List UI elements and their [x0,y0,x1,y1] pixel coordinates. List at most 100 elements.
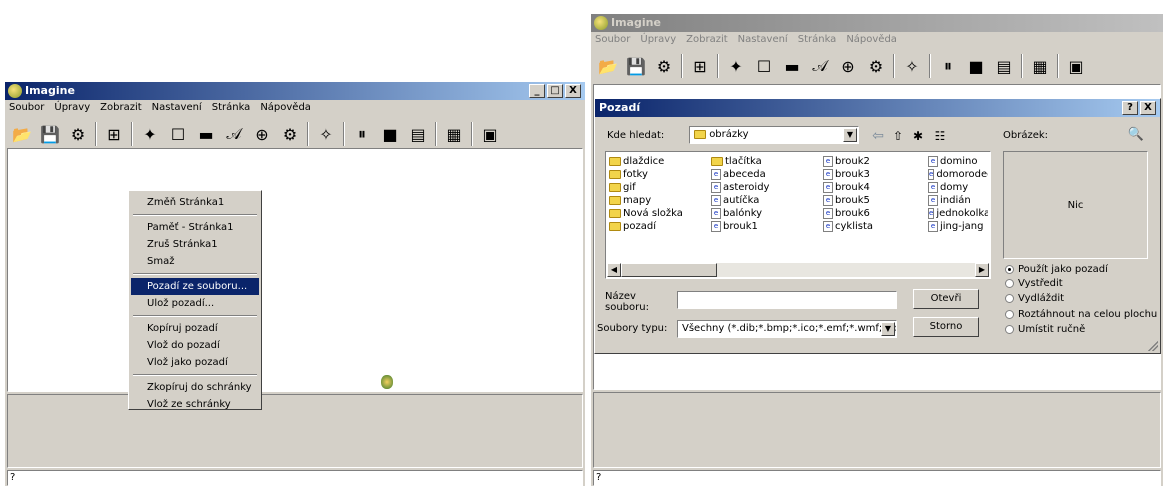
turtle-sprite-icon[interactable] [381,375,393,389]
menu-item-zrus[interactable]: Zruš Stránka1 [131,236,259,253]
cancel-button[interactable]: Storno [913,317,979,337]
option-stretch[interactable]: Roztáhnout na celou plochu [1005,308,1157,320]
file-item[interactable]: e cyklista [823,220,873,233]
resize-grip-icon[interactable] [1148,341,1158,351]
file-item[interactable]: e domy [928,181,988,194]
file-item[interactable]: e brouk3 [823,168,873,181]
menu-item-zmen-stranka[interactable]: Změň Stránka1 [131,194,259,211]
turtle-icon[interactable]: ⚙ [653,55,675,77]
new-turtle-icon[interactable]: ✦ [139,123,161,145]
dialog-title-bar[interactable]: Pozadí ? X [595,99,1160,117]
menu-item-uloz-pozadi[interactable]: Ulož pozadí... [131,295,259,312]
scroll-left-icon[interactable]: ◀ [607,263,621,277]
rectangle-icon[interactable]: ▬ [781,55,803,77]
preview-toggle-icon[interactable]: 🔍 [1125,123,1147,145]
menu-item-smaz[interactable]: Smaž [131,253,259,270]
wand-icon[interactable]: ✧ [901,55,923,77]
look-in-combo[interactable]: obrázky ▼ [689,126,859,144]
file-list[interactable]: dlaždice fotky gif mapy Nová složka poza… [605,151,991,279]
menu-napoveda[interactable]: Nápověda [846,32,897,48]
new-turtle-icon[interactable]: ✦ [725,55,747,77]
open-folder-icon[interactable]: 📂 [597,55,619,77]
stop-icon[interactable]: ■ [379,123,401,145]
folder-item[interactable]: gif [609,181,683,194]
components-dropdown-icon[interactable]: ⚙ [865,55,887,77]
pause-icon[interactable]: ⏸ [351,123,373,145]
tree-icon[interactable]: ⊞ [689,55,711,77]
new-folder-icon[interactable]: ✱ [907,125,929,147]
menu-item-zkopiruj-do-schranky[interactable]: Zkopíruj do schránky [131,379,259,396]
up-folder-icon[interactable]: ⇧ [887,125,909,147]
option-center[interactable]: Vystředit [1005,277,1063,289]
horizontal-scrollbar[interactable]: ◀ ▶ [607,263,989,277]
menu-item-kopiruj-pozadi[interactable]: Kopíruj pozadí [131,320,259,337]
new-window-icon[interactable]: ☐ [753,55,775,77]
file-item[interactable]: e brouk2 [823,155,873,168]
notepad-icon[interactable]: ▦ [443,123,465,145]
menu-zobrazit[interactable]: Zobrazit [100,100,142,116]
file-item[interactable]: e domorodec [928,168,988,181]
filename-input[interactable] [677,291,897,309]
file-item[interactable]: e asteroidy [711,181,769,194]
menu-napoveda[interactable]: Nápověda [260,100,311,116]
turtle-icon[interactable]: ⚙ [67,123,89,145]
folder-item[interactable]: dlaždice [609,155,683,168]
left-command-pane[interactable] [7,394,583,468]
save-icon[interactable]: 💾 [39,123,61,145]
file-item[interactable]: e balónky [711,207,769,220]
rectangle-icon[interactable]: ▬ [195,123,217,145]
dialog-close-button[interactable]: X [1140,101,1156,115]
notepad-icon[interactable]: ▦ [1029,55,1051,77]
true-icon[interactable]: ▤ [407,123,429,145]
minimize-button[interactable]: _ [529,84,545,98]
menu-item-pamet[interactable]: Paměť - Stránka1 [131,219,259,236]
file-item[interactable]: e brouk4 [823,181,873,194]
globe-dropdown-icon[interactable]: ⊕ [837,55,859,77]
file-item[interactable]: e domino [928,155,988,168]
file-item[interactable]: e autíčka [711,194,769,207]
close-button[interactable]: X [565,84,581,98]
left-canvas[interactable] [7,148,583,392]
menu-item-vloz-ze-schranky[interactable]: Vlož ze schránky [131,396,259,413]
save-icon[interactable]: 💾 [625,55,647,77]
window-icon[interactable]: ▣ [1065,55,1087,77]
menu-soubor[interactable]: Soubor [595,32,630,48]
menu-item-vloz-jako-pozadi[interactable]: Vlož jako pozadí [131,354,259,371]
menu-nastaveni[interactable]: Nastavení [152,100,202,116]
file-item[interactable]: e jednokolka [928,207,988,220]
right-title-bar[interactable]: Imagine [591,14,1163,32]
chevron-down-icon[interactable]: ▼ [843,128,857,142]
left-title-bar[interactable]: Imagine _ □ X [5,82,585,100]
menu-soubor[interactable]: Soubor [9,100,44,116]
back-arrow-icon[interactable]: ⇦ [867,125,889,147]
file-item[interactable]: e abeceda [711,168,769,181]
menu-item-pozadi-ze-souboru[interactable]: Pozadí ze souboru... [131,278,259,295]
help-button[interactable]: ? [1122,101,1138,115]
folder-item[interactable]: tlačítka [711,155,769,168]
pause-icon[interactable]: ⏸ [937,55,959,77]
menu-upravy[interactable]: Úpravy [54,100,90,116]
file-item[interactable]: e indián [928,194,988,207]
window-icon[interactable]: ▣ [479,123,501,145]
folder-item[interactable]: fotky [609,168,683,181]
menu-nastaveni[interactable]: Nastavení [738,32,788,48]
open-button[interactable]: Otevři [913,289,979,309]
stop-icon[interactable]: ■ [965,55,987,77]
globe-dropdown-icon[interactable]: ⊕ [251,123,273,145]
true-icon[interactable]: ▤ [993,55,1015,77]
file-item[interactable]: e brouk6 [823,207,873,220]
view-menu-icon[interactable]: ☷ [929,125,951,147]
option-manual[interactable]: Umístit ručně [1005,323,1085,335]
folder-item[interactable]: pozadí [609,220,683,233]
scroll-right-icon[interactable]: ▶ [975,263,989,277]
menu-stranka[interactable]: Stránka [212,100,251,116]
option-tile[interactable]: Vydláždit [1005,292,1064,304]
file-item[interactable]: e jing-jang [928,220,988,233]
chevron-down-icon[interactable]: ▼ [881,322,895,336]
text-tool-icon[interactable]: 𝒜 [223,123,245,145]
wand-icon[interactable]: ✧ [315,123,337,145]
new-window-icon[interactable]: ☐ [167,123,189,145]
components-dropdown-icon[interactable]: ⚙ [279,123,301,145]
text-tool-icon[interactable]: 𝒜 [809,55,831,77]
maximize-button[interactable]: □ [547,84,563,98]
